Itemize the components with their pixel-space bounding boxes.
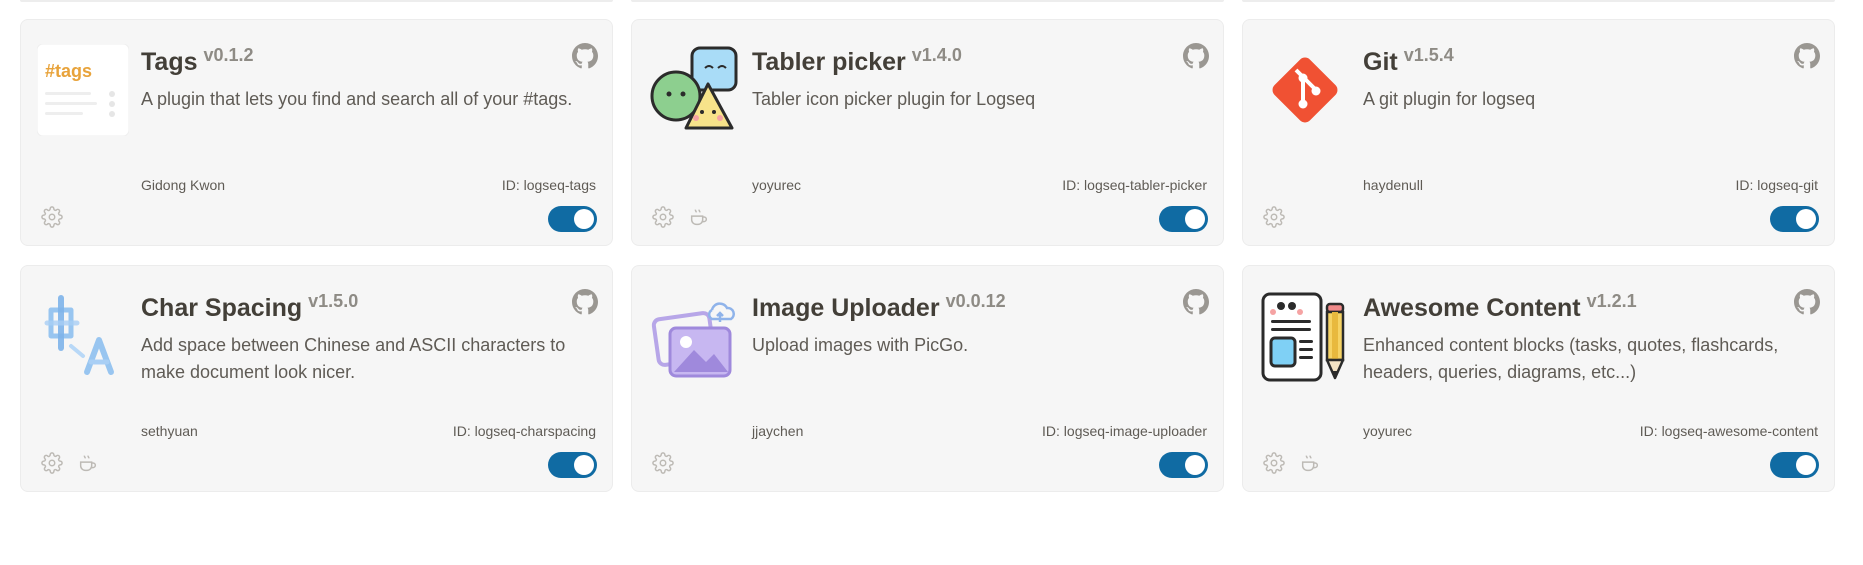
enable-toggle[interactable] bbox=[1770, 206, 1819, 232]
github-icon[interactable] bbox=[572, 43, 598, 69]
plugin-author: jjaychen bbox=[752, 423, 804, 439]
plugin-card-tags: #tags Tags v0.1.2 A plugin that lets you … bbox=[20, 19, 613, 246]
plugin-description: A plugin that lets you find and search a… bbox=[141, 89, 573, 109]
github-icon[interactable] bbox=[1183, 289, 1209, 315]
plugin-id: ID: logseq-tags bbox=[501, 177, 596, 193]
git-icon bbox=[1259, 44, 1351, 136]
plugin-card-tabler-picker: Tabler picker v1.4.0 Tabler icon picker p… bbox=[631, 19, 1224, 246]
previous-card-edge bbox=[1242, 0, 1835, 2]
plugin-version: v0.0.12 bbox=[945, 291, 1006, 311]
github-icon[interactable] bbox=[1794, 43, 1820, 69]
plugin-description: Tabler icon picker plugin for Logseq bbox=[752, 89, 1036, 109]
plugin-title: Char Spacing bbox=[141, 294, 303, 322]
settings-gear-icon[interactable] bbox=[41, 206, 63, 228]
toggle-knob bbox=[574, 209, 594, 229]
plugin-title: Git bbox=[1363, 48, 1398, 76]
plugin-version: v0.1.2 bbox=[203, 45, 254, 65]
enable-toggle[interactable] bbox=[1159, 206, 1208, 232]
plugin-card-git: Git v1.5.4 A git plugin for logseq hayden… bbox=[1242, 19, 1835, 246]
enable-toggle[interactable] bbox=[1770, 452, 1819, 478]
plugin-author: yoyurec bbox=[752, 177, 802, 193]
toggle-knob bbox=[1796, 455, 1816, 475]
plugin-actions bbox=[1263, 452, 1321, 474]
coffee-cup-icon[interactable] bbox=[688, 206, 710, 228]
plugin-author: sethyuan bbox=[141, 423, 198, 439]
plugin-title-line: Char Spacing v1.5.0 bbox=[141, 291, 359, 323]
settings-gear-icon[interactable] bbox=[1263, 206, 1285, 228]
plugin-version: v1.4.0 bbox=[911, 45, 962, 65]
toggle-knob bbox=[574, 455, 594, 475]
plugin-actions bbox=[1263, 206, 1285, 228]
toggle-knob bbox=[1185, 209, 1205, 229]
tabler-shapes-icon bbox=[648, 44, 740, 136]
plugin-description: Upload images with PicGo. bbox=[752, 335, 969, 355]
plugin-description: Enhanced content blocks (tasks, quotes, … bbox=[1363, 335, 1779, 382]
plugin-id: ID: logseq-tabler-picker bbox=[1062, 177, 1207, 193]
notebook-pencil-icon bbox=[1259, 290, 1351, 382]
plugin-card-char-spacing: Char Spacing v1.5.0 Add space between Chi… bbox=[20, 265, 613, 492]
plugin-title-line: Git v1.5.4 bbox=[1363, 45, 1454, 77]
plugin-title-line: Image Uploader v0.0.12 bbox=[752, 291, 1006, 323]
settings-gear-icon[interactable] bbox=[41, 452, 63, 474]
settings-gear-icon[interactable] bbox=[652, 452, 674, 474]
coffee-cup-icon[interactable] bbox=[1299, 452, 1321, 474]
plugin-version: v1.5.0 bbox=[308, 291, 359, 311]
tags-icon: #tags bbox=[37, 44, 129, 136]
previous-card-edge bbox=[631, 0, 1224, 2]
plugin-author: yoyurec bbox=[1363, 423, 1413, 439]
image-upload-icon bbox=[648, 290, 740, 382]
plugin-description: Add space between Chinese and ASCII char… bbox=[141, 335, 566, 382]
plugin-title-line: Tags v0.1.2 bbox=[141, 45, 254, 77]
plugin-author: Gidong Kwon bbox=[141, 177, 226, 193]
svg-text:#tags: #tags bbox=[45, 61, 92, 81]
github-icon[interactable] bbox=[1183, 43, 1209, 69]
plugin-actions bbox=[41, 206, 63, 228]
plugin-actions bbox=[652, 206, 710, 228]
plugin-grid: #tags Tags v0.1.2 A plugin that lets you … bbox=[20, 19, 1835, 492]
enable-toggle[interactable] bbox=[548, 206, 597, 232]
enable-toggle[interactable] bbox=[548, 452, 597, 478]
plugin-title: Image Uploader bbox=[752, 294, 940, 322]
github-icon[interactable] bbox=[572, 289, 598, 315]
plugin-actions bbox=[41, 452, 99, 474]
plugin-card-image-uploader: Image Uploader v0.0.12 Upload images with… bbox=[631, 265, 1224, 492]
plugin-author: haydenull bbox=[1363, 177, 1423, 193]
plugin-card-awesome-content: Awesome Content v1.2.1 Enhanced content b… bbox=[1242, 265, 1835, 492]
plugin-title: Awesome Content bbox=[1363, 294, 1581, 322]
plugin-id: ID: logseq-image-uploader bbox=[1042, 423, 1207, 439]
plugin-id: ID: logseq-git bbox=[1735, 177, 1818, 193]
plugin-title: Tags bbox=[141, 48, 198, 76]
plugin-version: v1.2.1 bbox=[1586, 291, 1637, 311]
plugin-title: Tabler picker bbox=[752, 48, 906, 76]
settings-gear-icon[interactable] bbox=[1263, 452, 1285, 474]
plugin-version: v1.5.4 bbox=[1403, 45, 1454, 65]
plugin-actions bbox=[652, 452, 674, 474]
plugin-id: ID: logseq-awesome-content bbox=[1639, 423, 1818, 439]
char-spacing-icon bbox=[37, 290, 129, 382]
toggle-knob bbox=[1796, 209, 1816, 229]
previous-card-edge bbox=[20, 0, 613, 2]
github-icon[interactable] bbox=[1794, 289, 1820, 315]
settings-gear-icon[interactable] bbox=[652, 206, 674, 228]
enable-toggle[interactable] bbox=[1159, 452, 1208, 478]
plugin-title-line: Tabler picker v1.4.0 bbox=[752, 45, 962, 77]
plugin-title-line: Awesome Content v1.2.1 bbox=[1363, 291, 1637, 323]
plugin-description: A git plugin for logseq bbox=[1363, 89, 1536, 109]
toggle-knob bbox=[1185, 455, 1205, 475]
coffee-cup-icon[interactable] bbox=[77, 452, 99, 474]
plugin-id: ID: logseq-charspacing bbox=[452, 423, 596, 439]
